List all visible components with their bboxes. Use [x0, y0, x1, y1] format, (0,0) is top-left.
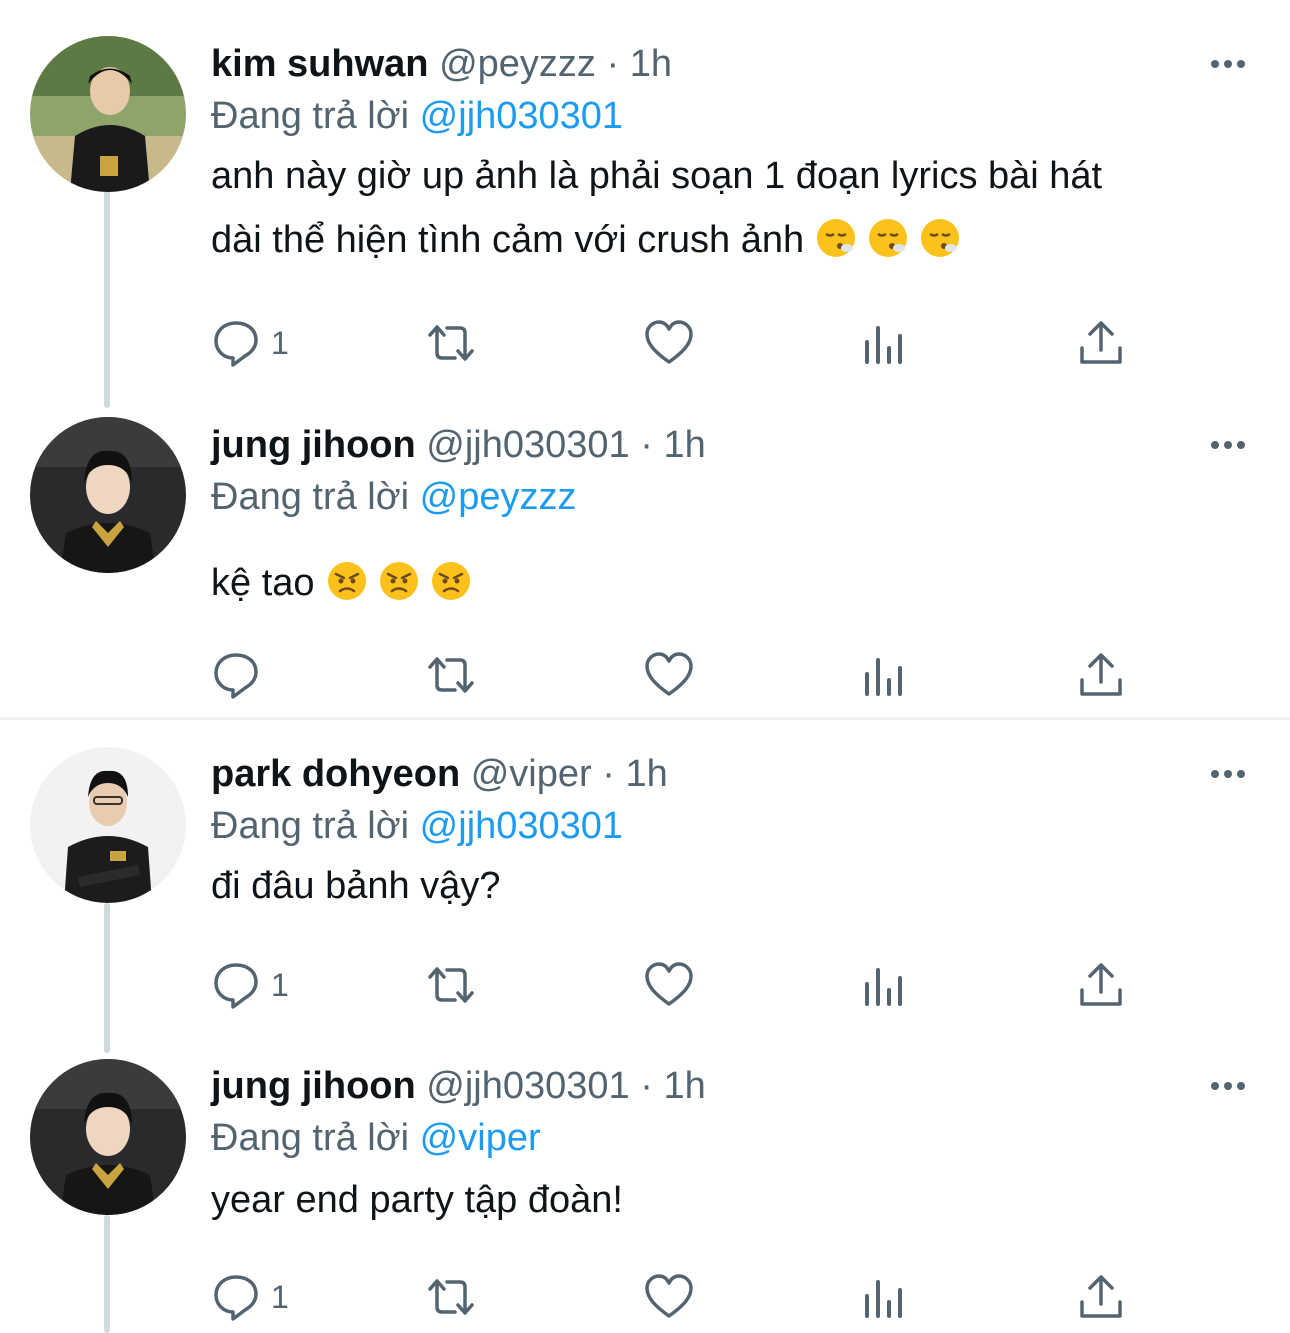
reply-mention[interactable]: @jjh030301: [420, 805, 623, 847]
reply-mention[interactable]: @peyzzz: [420, 476, 577, 518]
reply-icon: [214, 963, 258, 1009]
tweet-time[interactable]: 1h: [625, 753, 667, 795]
reply-mention[interactable]: @jjh030301: [420, 95, 623, 137]
share-icon: [1080, 963, 1122, 1006]
tweet[interactable]: kim suhwan @peyzzz · 1h Đang trả lời @jj…: [0, 0, 1290, 400]
tweet-text: year end party tập đoàn!: [211, 1179, 623, 1221]
retweet-icon: [428, 1279, 474, 1315]
reply-icon: [214, 653, 258, 699]
share-icon: [1080, 321, 1122, 364]
tweet-time[interactable]: 1h: [630, 43, 672, 85]
tweet[interactable]: jung jihoon @jjh030301 · 1h Đang trả lời…: [0, 1042, 1290, 1333]
replying-to: Đang trả lời @peyzzz: [211, 476, 577, 518]
angry-face-emoji: [327, 561, 367, 601]
author-handle[interactable]: @jjh030301: [426, 1065, 629, 1107]
reply-count: 1: [271, 1278, 289, 1315]
analytics-button[interactable]: [861, 955, 911, 1015]
analytics-button[interactable]: [861, 1267, 911, 1327]
analytics-button[interactable]: [861, 313, 911, 373]
like-button[interactable]: [644, 313, 694, 373]
author-handle[interactable]: @peyzzz: [439, 43, 596, 85]
avatar[interactable]: [30, 417, 186, 573]
retweet-button[interactable]: [426, 1267, 476, 1327]
share-button[interactable]: [1076, 955, 1126, 1015]
retweet-icon: [428, 325, 474, 361]
author-name[interactable]: kim suhwan: [211, 43, 429, 85]
share-icon: [1080, 1275, 1122, 1318]
reply-button[interactable]: 1: [211, 955, 289, 1015]
analytics-button[interactable]: [861, 645, 911, 705]
analytics-icon: [865, 968, 902, 1006]
tweet-text: kệ tao: [211, 551, 1250, 615]
reply-button[interactable]: 1: [211, 1267, 289, 1327]
retweet-button[interactable]: [426, 313, 476, 373]
angry-face-emoji: [431, 561, 471, 601]
reply-button[interactable]: [211, 645, 271, 705]
more-options-icon[interactable]: [1206, 758, 1250, 790]
retweet-button[interactable]: [426, 645, 476, 705]
replying-to: Đang trả lời @viper: [211, 1117, 541, 1159]
like-icon: [645, 320, 693, 364]
more-options-icon[interactable]: [1206, 48, 1250, 80]
tweet-time[interactable]: 1h: [663, 1065, 705, 1107]
analytics-icon: [865, 1280, 902, 1318]
reply-icon: [214, 321, 258, 367]
tweet-text: đi đâu bảnh vậy?: [211, 865, 501, 907]
author-name[interactable]: jung jihoon: [211, 424, 416, 466]
tweet[interactable]: park dohyeon @viper · 1h Đang trả lời @j…: [0, 720, 1290, 1042]
like-button[interactable]: [644, 645, 694, 705]
retweet-icon: [428, 967, 474, 1003]
replying-to: Đang trả lời @jjh030301: [211, 95, 624, 137]
tweet-actions: 1: [211, 313, 1211, 373]
dizzy-face-exhale-emoji: [920, 218, 960, 258]
reply-button[interactable]: 1: [211, 313, 289, 373]
like-button[interactable]: [644, 955, 694, 1015]
tweet-actions: 1: [211, 955, 1211, 1015]
author-name[interactable]: park dohyeon: [211, 753, 460, 795]
avatar[interactable]: [30, 747, 186, 903]
share-button[interactable]: [1076, 1267, 1126, 1327]
more-options-icon[interactable]: [1206, 1070, 1250, 1102]
author-name[interactable]: jung jihoon: [211, 1065, 416, 1107]
retweet-icon: [428, 657, 474, 693]
replying-to: Đang trả lời @jjh030301: [211, 805, 624, 847]
tweet-text: anh này giờ up ảnh là phải soạn 1 đoạn l…: [211, 155, 1103, 261]
retweet-button[interactable]: [426, 955, 476, 1015]
tweet-actions: [211, 645, 1211, 705]
dizzy-face-exhale-emoji: [868, 218, 908, 258]
avatar[interactable]: [30, 36, 186, 192]
share-button[interactable]: [1076, 645, 1126, 705]
reply-icon: [214, 1275, 258, 1321]
more-options-icon[interactable]: [1206, 429, 1250, 461]
reply-count: 1: [271, 966, 289, 1003]
avatar[interactable]: [30, 1059, 186, 1215]
author-handle[interactable]: @viper: [471, 753, 592, 795]
tweet[interactable]: jung jihoon @jjh030301 · 1h Đang trả lời…: [0, 400, 1290, 717]
share-button[interactable]: [1076, 313, 1126, 373]
angry-face-emoji: [379, 561, 419, 601]
analytics-icon: [865, 658, 902, 696]
share-icon: [1080, 653, 1122, 696]
like-icon: [645, 1274, 693, 1318]
like-icon: [645, 652, 693, 696]
tweet-time[interactable]: 1h: [663, 424, 705, 466]
reply-mention[interactable]: @viper: [420, 1117, 541, 1159]
author-handle[interactable]: @jjh030301: [426, 424, 629, 466]
tweet-actions: 1: [211, 1267, 1211, 1327]
like-button[interactable]: [644, 1267, 694, 1327]
analytics-icon: [865, 326, 902, 364]
like-icon: [645, 962, 693, 1006]
reply-count: 1: [271, 324, 289, 361]
dizzy-face-exhale-emoji: [816, 218, 856, 258]
